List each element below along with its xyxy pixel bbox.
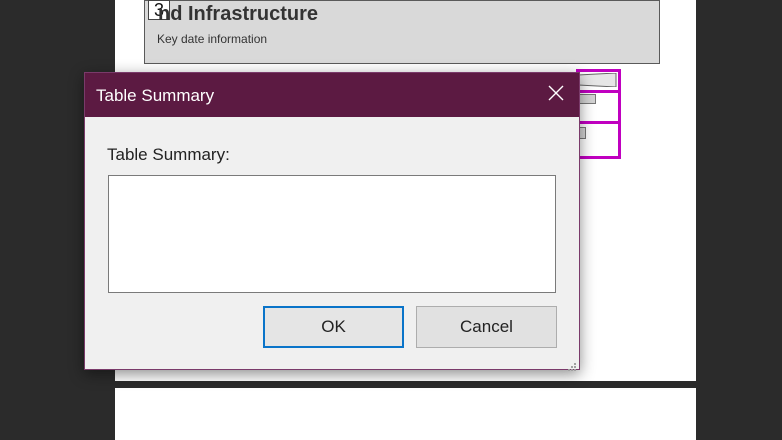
- table-row-border: [576, 121, 621, 124]
- table-cell-graphic: [578, 73, 617, 87]
- resize-grip-icon[interactable]: [568, 358, 576, 371]
- table-cell: [578, 94, 596, 104]
- page-divider: [115, 381, 696, 388]
- close-icon: [548, 85, 564, 106]
- document-page-next: [115, 388, 696, 440]
- table-row-border: [576, 90, 621, 93]
- dialog-title: Table Summary: [96, 86, 215, 105]
- summary-label: Table Summary:: [107, 145, 230, 164]
- ok-button[interactable]: OK: [263, 306, 404, 348]
- header-subtitle: Key date information: [157, 32, 268, 46]
- summary-input[interactable]: [108, 175, 556, 293]
- cancel-button[interactable]: Cancel: [416, 306, 557, 348]
- header-title: nd Infrastructure: [158, 3, 318, 26]
- dialog-titlebar[interactable]: Table Summary: [85, 73, 579, 117]
- close-button[interactable]: [533, 73, 579, 117]
- header-title-text: nd Infrastructure: [158, 3, 319, 25]
- table-summary-dialog: Table Summary Table Summary: OK Cancel: [84, 72, 580, 371]
